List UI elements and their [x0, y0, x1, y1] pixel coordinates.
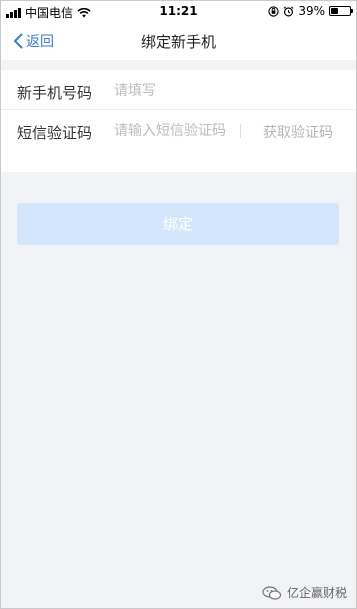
chevron-left-icon	[14, 33, 23, 49]
page-title: 绑定新手机	[140, 33, 216, 51]
battery-percent: 39%	[298, 4, 325, 18]
phone-input[interactable]	[114, 80, 339, 102]
wechat-icon	[262, 585, 282, 600]
phone-label: 新手机号码	[17, 84, 93, 102]
sms-code-input[interactable]	[114, 121, 238, 165]
nav-bar: 返回 绑定新手机	[0, 22, 357, 60]
bind-button[interactable]: 绑定	[17, 203, 339, 245]
watermark-text: 亿企赢财税	[286, 586, 347, 600]
back-button[interactable]: 返回	[12, 29, 54, 53]
status-bar-right: 39%	[268, 4, 353, 18]
battery-icon	[329, 6, 353, 16]
status-bar: 中国电信 11:21 39%	[0, 0, 357, 22]
sms-row: 短信验证码 获取验证码	[0, 110, 357, 172]
battery-fill	[331, 8, 339, 14]
divider	[240, 124, 241, 138]
alarm-icon	[283, 6, 294, 16]
bind-form: 新手机号码 短信验证码 获取验证码	[0, 70, 357, 172]
get-code-button[interactable]: 获取验证码	[263, 122, 333, 142]
sms-label: 短信验证码	[17, 124, 93, 142]
watermark: 亿企赢财税	[262, 584, 347, 601]
phone-row: 新手机号码	[0, 70, 357, 110]
rotation-lock-icon	[268, 5, 279, 17]
back-label: 返回	[26, 34, 54, 50]
